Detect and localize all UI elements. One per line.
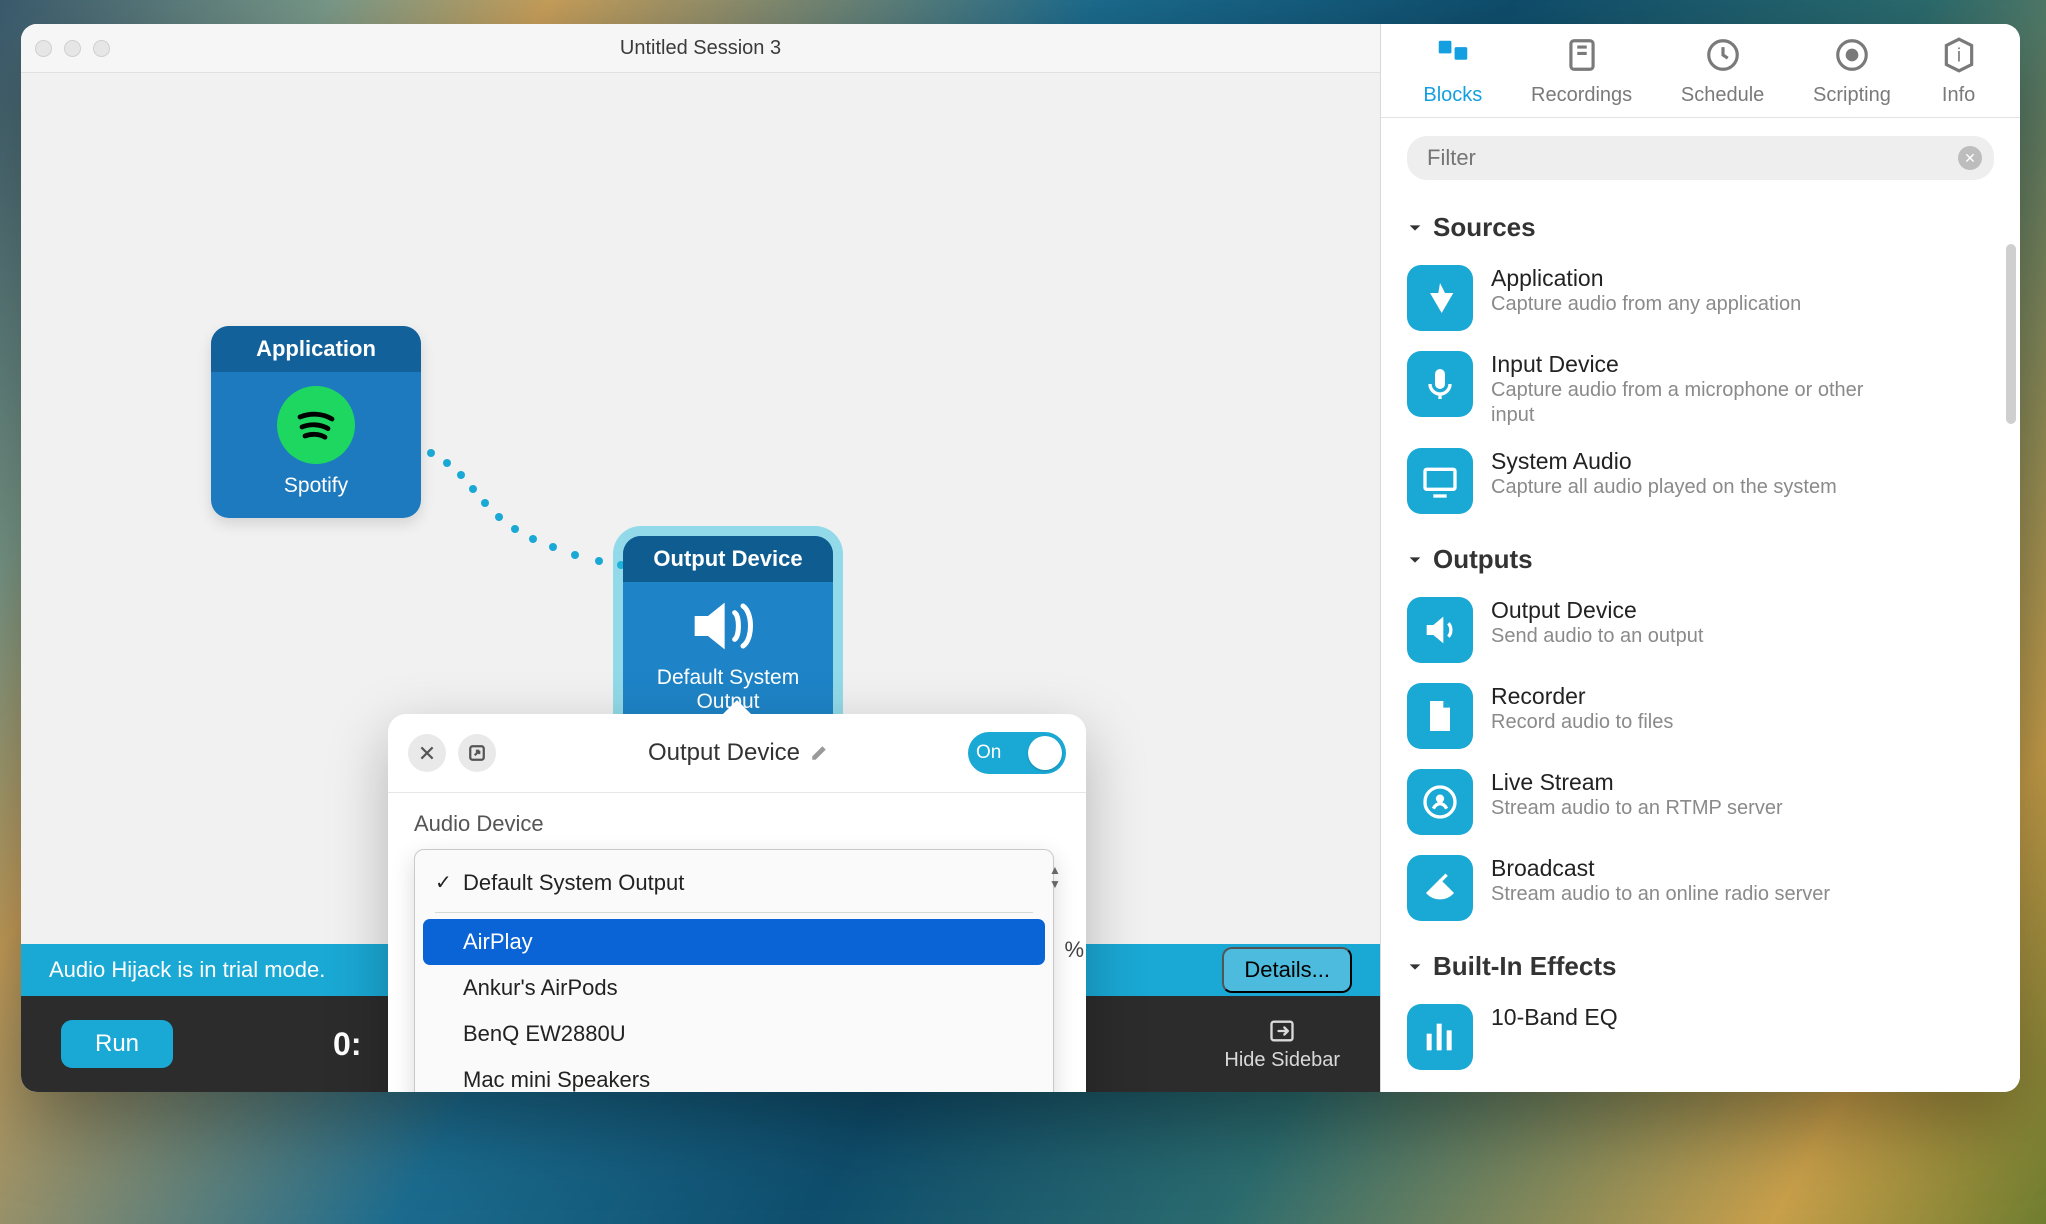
block-library: Sources ApplicationCapture audio from an… — [1381, 188, 2020, 1092]
trial-details-button[interactable]: Details... — [1222, 947, 1352, 993]
minimize-window-button[interactable] — [64, 40, 81, 57]
titlebar[interactable]: Untitled Session 3 — [21, 24, 1380, 73]
stepper-arrows-icon[interactable]: ▲▼ — [1044, 863, 1066, 891]
scripting-icon — [1833, 36, 1871, 80]
output-device-popover[interactable]: Output Device On Audio Device Default Sy… — [388, 714, 1086, 1092]
audio-device-label: Audio Device — [414, 811, 1060, 837]
library-item-system-audio[interactable]: System AudioCapture all audio played on … — [1407, 438, 1994, 524]
tab-recordings[interactable]: Recordings — [1531, 36, 1632, 107]
menu-item-airplay[interactable]: AirPlay — [423, 919, 1045, 965]
dish-icon — [1407, 855, 1473, 921]
library-item-application[interactable]: ApplicationCapture audio from any applic… — [1407, 255, 1994, 341]
chevron-down-icon — [1407, 552, 1423, 568]
satellite-icon — [1407, 769, 1473, 835]
section-outputs[interactable]: Outputs — [1407, 524, 1994, 587]
block-application[interactable]: Application Spotify — [211, 326, 421, 518]
spotify-icon — [277, 386, 355, 464]
library-item-broadcast[interactable]: BroadcastStream audio to an online radio… — [1407, 845, 1994, 931]
popover-enable-toggle[interactable]: On — [968, 732, 1066, 774]
menu-item-macmini[interactable]: Mac mini Speakers — [423, 1057, 1045, 1092]
popover-title: Output Device — [508, 739, 968, 767]
scrollbar[interactable] — [2006, 244, 2016, 424]
library-item-10-band-eq[interactable]: 10-Band EQ — [1407, 994, 1994, 1080]
popover-close-button[interactable] — [408, 734, 446, 772]
section-built-in-effects[interactable]: Built-In Effects — [1407, 931, 1994, 994]
recordings-icon — [1563, 36, 1601, 80]
chevron-down-icon — [1407, 959, 1423, 975]
hide-sidebar-icon — [1268, 1017, 1296, 1045]
menu-item-default[interactable]: Default System Output — [423, 860, 1045, 906]
library-item-recorder[interactable]: RecorderRecord audio to files — [1407, 673, 1994, 759]
speaker-icon — [1407, 597, 1473, 663]
sidebar-tabs: Blocks Recordings Schedule Scripting iInfo — [1381, 24, 2020, 118]
trial-message: Audio Hijack is in trial mode. — [49, 957, 325, 983]
section-sources[interactable]: Sources — [1407, 192, 1994, 255]
tab-blocks[interactable]: Blocks — [1423, 36, 1482, 107]
app-store-icon — [1407, 265, 1473, 331]
speaker-icon — [683, 596, 773, 656]
traffic-lights — [35, 40, 110, 57]
audio-device-menu: Default System Output AirPlay Ankur's Ai… — [414, 849, 1054, 1092]
audio-device-dropdown[interactable]: Default System Output AirPlay Ankur's Ai… — [414, 849, 1060, 1092]
block-application-header: Application — [211, 326, 421, 372]
display-icon — [1407, 448, 1473, 514]
connection-line — [421, 433, 641, 593]
microphone-icon — [1407, 351, 1473, 417]
tab-info[interactable]: iInfo — [1940, 36, 1978, 107]
tab-schedule[interactable]: Schedule — [1681, 36, 1764, 107]
zoom-window-button[interactable] — [93, 40, 110, 57]
window-title: Untitled Session 3 — [21, 37, 1380, 60]
close-window-button[interactable] — [35, 40, 52, 57]
info-icon: i — [1940, 36, 1978, 80]
session-timer: 0: — [333, 1026, 361, 1063]
library-item-output-device[interactable]: Output DeviceSend audio to an output — [1407, 587, 1994, 673]
block-application-label: Spotify — [284, 474, 348, 498]
sidebar: Blocks Recordings Schedule Scripting iInfo ✕… — [1381, 24, 2020, 1092]
run-button[interactable]: Run — [61, 1020, 173, 1068]
blocks-icon — [1434, 36, 1472, 80]
filter-input[interactable] — [1407, 136, 1994, 180]
popover-popout-button[interactable] — [458, 734, 496, 772]
hide-sidebar-button[interactable]: Hide Sidebar — [1224, 1017, 1340, 1072]
app-window: Untitled Session 3 Application Spotify — [21, 24, 2020, 1092]
file-icon — [1407, 683, 1473, 749]
library-item-live-stream[interactable]: Live StreamStream audio to an RTMP serve… — [1407, 759, 1994, 845]
edit-icon[interactable] — [810, 744, 828, 762]
main-pane: Untitled Session 3 Application Spotify — [21, 24, 1381, 1092]
eq-icon — [1407, 1004, 1473, 1070]
clear-filter-button[interactable]: ✕ — [1958, 146, 1982, 170]
tab-scripting[interactable]: Scripting — [1813, 36, 1891, 107]
library-item-input-device[interactable]: Input DeviceCapture audio from a microph… — [1407, 341, 1994, 438]
schedule-icon — [1704, 36, 1742, 80]
volume-percent: % — [1064, 937, 1084, 963]
chevron-down-icon — [1407, 220, 1423, 236]
svg-text:i: i — [1956, 45, 1960, 66]
block-output-header: Output Device — [623, 536, 833, 582]
menu-item-airpods[interactable]: Ankur's AirPods — [423, 965, 1045, 1011]
menu-item-benq[interactable]: BenQ EW2880U — [423, 1011, 1045, 1057]
